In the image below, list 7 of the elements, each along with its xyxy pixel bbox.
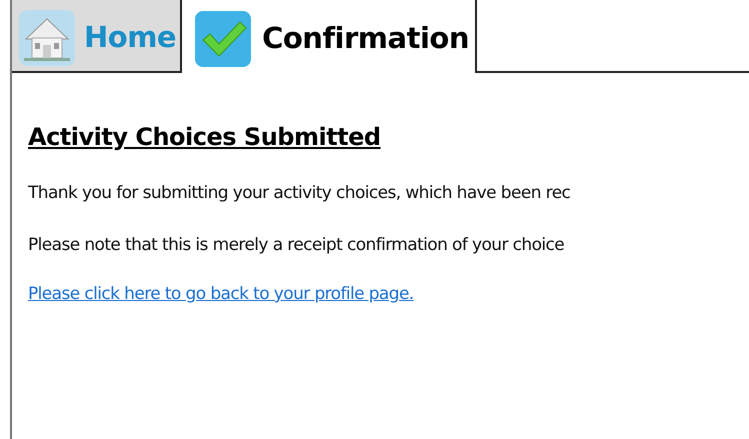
paragraph: Thank you for submitting your activity choices, which have been rec bbox=[28, 182, 570, 205]
page-heading: Activity Choices Submitted bbox=[28, 122, 381, 153]
check-icon bbox=[194, 10, 252, 68]
profile-link[interactable]: Please click here to go back to your profile page. bbox=[28, 282, 414, 308]
house-icon bbox=[18, 8, 76, 66]
tab[interactable]: Home bbox=[12, 0, 182, 73]
paragraph: Please note that this is merely a receipt confirmation of your choice bbox=[28, 234, 564, 256]
